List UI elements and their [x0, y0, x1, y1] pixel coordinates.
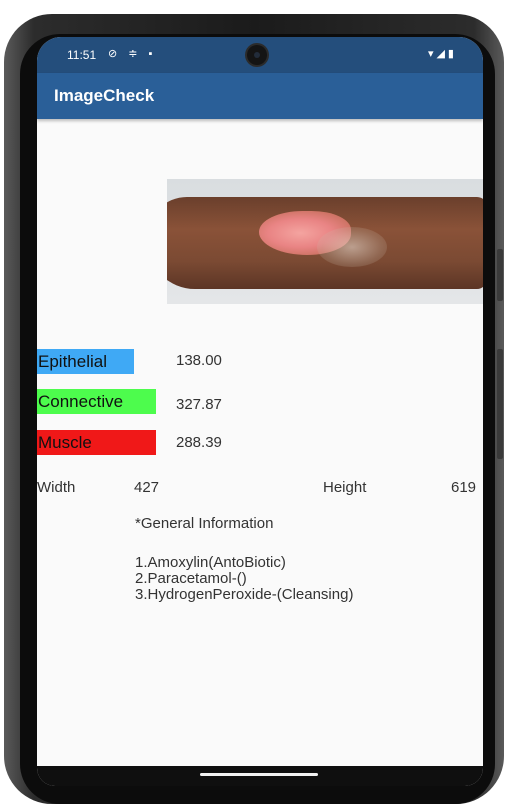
status-time: 11:51 [67, 48, 97, 62]
muscle-label: Muscle [37, 430, 156, 455]
width-label: Width [37, 479, 76, 496]
wound-photo [167, 179, 483, 304]
general-info-heading: *General Information [135, 515, 274, 532]
app-title: ImageCheck [54, 86, 155, 105]
status-bar: 11:51 ⊘ ≑ ▪ ▾◢▮ [37, 37, 483, 73]
home-gesture-handle[interactable] [200, 773, 318, 776]
medication-item: 3.HydrogenPeroxide-(Cleansing) [135, 586, 354, 603]
device-screen: 11:51 ⊘ ≑ ▪ ▾◢▮ ImageCheck Epithelial 13… [37, 37, 483, 786]
width-value: 427 [134, 479, 160, 496]
wound-sheen [317, 227, 387, 267]
epithelial-value: 138.00 [176, 352, 222, 369]
height-value: 619 [451, 479, 477, 496]
connective-label: Connective [37, 389, 156, 414]
height-label: Height [323, 479, 367, 496]
medication-item: 1.Amoxylin(AntoBiotic) [135, 554, 286, 571]
connective-value: 327.87 [176, 396, 222, 413]
status-signal-battery-icons: ▾◢▮ [427, 48, 457, 60]
medication-item: 2.Paracetamol-() [135, 570, 247, 587]
status-notification-icons: ⊘ ≑ ▪ [108, 48, 157, 60]
front-camera [247, 45, 267, 65]
navigation-bar [37, 766, 483, 786]
epithelial-label: Epithelial [37, 349, 134, 374]
app-bar: ImageCheck [37, 73, 483, 119]
power-button [497, 349, 503, 459]
muscle-value: 288.39 [176, 434, 222, 451]
volume-button [497, 249, 503, 301]
